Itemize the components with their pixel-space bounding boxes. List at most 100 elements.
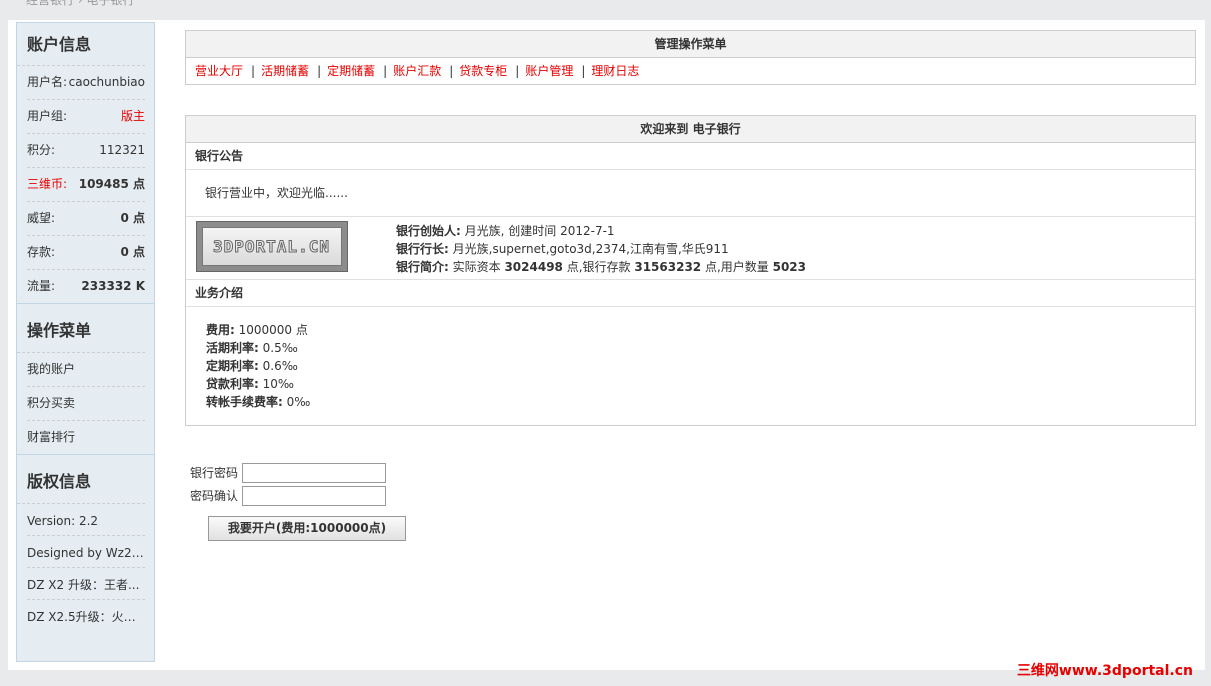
bank-logo-image: 3DPORTAL.CN	[196, 221, 348, 272]
menu-separator: |	[317, 64, 322, 78]
menu-separator: |	[449, 64, 454, 78]
menu-separator: |	[515, 64, 520, 78]
account-info-label: 用户名:	[27, 75, 68, 89]
founder-value: 月光族, 创建时间 2012-7-1	[460, 224, 615, 238]
account-info-label: 流量:	[27, 279, 56, 293]
business-value: 1000000 点	[234, 323, 308, 337]
copyright-title: 版权信息	[17, 455, 145, 504]
business-value: 0.5‰	[258, 341, 298, 355]
copyright-x25-upgrade: DZ X2.5升级：火舞...	[27, 610, 145, 624]
top-breadcrumb-strip: 经营银行 › 电子银行	[0, 0, 1211, 20]
capital-value: 3024498	[504, 260, 563, 274]
intro-line: 银行简介: 实际资本 3024498 点,银行存款 31563232 点,用户数…	[396, 258, 806, 276]
account-info-row: 流量: 233332 K	[27, 270, 145, 303]
breadcrumb: 经营银行 › 电子银行	[26, 0, 135, 7]
intro-text: 点,银行存款	[562, 260, 635, 274]
president-value: 月光族,supernet,goto3d,2374,江南有雪,华氏911	[448, 242, 729, 256]
menu-link-finance-log[interactable]: 理财日志	[591, 64, 639, 78]
sidebar: 账户信息 用户名: caochunbiao 用户组: 版主积分: 112321 三维币: 1…	[16, 22, 155, 662]
bank-password-input[interactable]	[242, 462, 386, 483]
notice-text: 银行营业中，欢迎光临......	[186, 170, 1195, 217]
menu-link-account-management[interactable]: 账户管理	[525, 64, 573, 78]
copyright-x2-upgrade: DZ X2 升级：王者...	[27, 568, 145, 600]
account-info-row: 积分: 112321	[27, 134, 145, 168]
welcome-title: 欢迎来到 电子银行	[186, 116, 1195, 143]
account-info-row: 用户组: 版主	[27, 100, 145, 134]
copyright-designer: Designed by Wz20...	[27, 536, 145, 568]
bank-info-row: 3DPORTAL.CN 银行创始人: 月光族, 创建时间 2012-7-1 银行…	[186, 217, 1195, 280]
president-line: 银行行长: 月光族,supernet,goto3d,2374,江南有雪,华氏91…	[396, 240, 806, 258]
password-row: 银行密码	[190, 461, 386, 484]
business-label: 定期利率:	[206, 359, 259, 373]
sidebar-item-wealth-ranking[interactable]: 财富排行	[27, 421, 145, 454]
account-info-value: 0 点	[120, 211, 145, 225]
sidebar-item-points-trade[interactable]: 积分买卖	[27, 387, 145, 421]
business-value: 0‰	[282, 395, 311, 409]
confirm-row: 密码确认	[190, 484, 386, 507]
account-info-value: 版主	[120, 109, 145, 123]
business-value: 10‰	[258, 377, 294, 391]
bank-logo-plate: 3DPORTAL.CN	[202, 227, 342, 266]
menu-link-demand-savings[interactable]: 活期储蓄	[261, 64, 309, 78]
business-label: 费用:	[206, 323, 235, 337]
account-info-list: 用户名: caochunbiao 用户组: 版主积分: 112321 三维币: 109485…	[17, 66, 154, 303]
open-account-form: 银行密码 密码确认 我要开户(费用:1000000点)	[190, 461, 406, 541]
founder-label: 银行创始人:	[396, 224, 461, 238]
account-info-row: 威望: 0 点	[27, 202, 145, 236]
confirm-label: 密码确认	[190, 489, 239, 503]
account-info-value: 233332 K	[81, 279, 145, 293]
intro-text: 点,用户数量	[701, 260, 773, 274]
account-info-value: 112321	[99, 143, 145, 157]
account-info-row: 三维币: 109485 点	[27, 168, 145, 202]
president-label: 银行行长:	[396, 242, 449, 256]
business-details: 费用: 1000000 点活期利率: 0.5‰ 定期利率: 0.6‰ 贷款利率: 1…	[186, 307, 1195, 425]
intro-label: 银行简介:	[396, 260, 449, 274]
manage-menu-title: 管理操作菜单	[186, 31, 1195, 58]
account-info-row: 存款: 0 点	[27, 236, 145, 270]
main-panel: 账户信息 用户名: caochunbiao 用户组: 版主积分: 112321 三维币: 1…	[8, 20, 1205, 670]
open-account-button[interactable]: 我要开户(费用:1000000点)	[208, 516, 406, 541]
account-info-value: 109485 点	[78, 177, 145, 191]
menu-link-remittance[interactable]: 账户汇款	[393, 64, 441, 78]
account-info-value: caochunbiao	[68, 75, 145, 89]
menu-separator: |	[251, 64, 256, 78]
intro-text: 实际资本	[448, 260, 505, 274]
menu-separator: |	[383, 64, 388, 78]
business-row: 贷款利率: 10‰	[206, 375, 1195, 393]
account-info-label: 存款:	[27, 245, 56, 259]
user-count-value: 5023	[772, 260, 807, 274]
business-value: 0.6‰	[258, 359, 298, 373]
account-info-label: 威望:	[27, 211, 56, 225]
welcome-box: 欢迎来到 电子银行 银行公告 银行营业中，欢迎光临...... 3DPORTAL…	[185, 115, 1196, 426]
manage-menu-links: 营业大厅 | 活期储蓄 | 定期储蓄 | 账户汇款 | 贷款专柜 | 账户管理 | 理财日志	[186, 58, 1195, 84]
notice-heading: 银行公告	[186, 143, 1195, 170]
account-info-label: 用户组:	[27, 109, 68, 123]
business-row: 活期利率: 0.5‰	[206, 339, 1195, 357]
bank-info-lines: 银行创始人: 月光族, 创建时间 2012-7-1 银行行长: 月光族,supe…	[396, 222, 806, 276]
business-label: 活期利率:	[206, 341, 259, 355]
confirm-password-input[interactable]	[242, 485, 386, 506]
account-info-row: 用户名: caochunbiao	[27, 66, 145, 100]
business-row: 费用: 1000000 点	[206, 321, 1195, 339]
operation-menu-title: 操作菜单	[17, 304, 145, 353]
account-info-value: 0 点	[120, 245, 145, 259]
business-row: 定期利率: 0.6‰	[206, 357, 1195, 375]
deposit-value: 31563232	[634, 260, 702, 274]
copyright-version: Version: 2.2	[27, 504, 145, 536]
business-heading: 业务介绍	[186, 280, 1195, 307]
site-watermark: 三维网www.3dportal.cn	[1016, 663, 1193, 679]
menu-link-fixed-savings[interactable]: 定期储蓄	[327, 64, 375, 78]
menu-separator: |	[581, 64, 586, 78]
business-row: 转帐手续费率: 0‰	[206, 393, 1195, 411]
business-label: 转帐手续费率:	[206, 395, 283, 409]
password-label: 银行密码	[190, 466, 239, 480]
menu-link-lobby[interactable]: 营业大厅	[195, 64, 243, 78]
menu-link-loans[interactable]: 贷款专柜	[459, 64, 507, 78]
bank-logo-text: 3DPORTAL.CN	[213, 237, 330, 257]
sidebar-item-my-account[interactable]: 我的账户	[27, 353, 145, 387]
account-info-label: 积分:	[27, 143, 56, 157]
founder-line: 银行创始人: 月光族, 创建时间 2012-7-1	[396, 222, 806, 240]
account-info-label: 三维币:	[27, 177, 68, 191]
manage-menu-box: 管理操作菜单 营业大厅 | 活期储蓄 | 定期储蓄 | 账户汇款 | 贷款专柜 | 账户管理 | 理财日…	[185, 30, 1196, 85]
account-info-title: 账户信息	[17, 23, 145, 66]
